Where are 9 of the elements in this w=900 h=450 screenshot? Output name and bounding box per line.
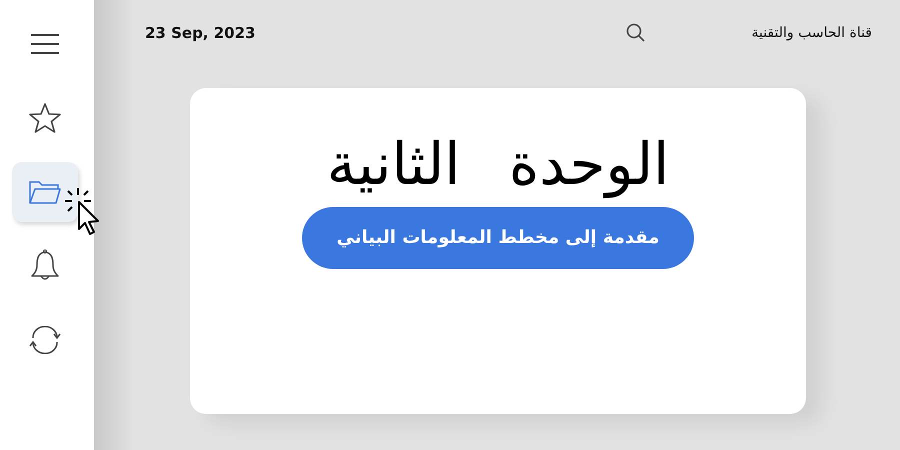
channel-name: قناة الحاسب والتقنية bbox=[751, 24, 872, 42]
folder-icon bbox=[28, 179, 62, 205]
date-label: 23 Sep, 2023 bbox=[145, 22, 256, 44]
lesson-button[interactable]: مقدمة إلى مخطط المعلومات البياني bbox=[302, 206, 694, 268]
menu-icon bbox=[30, 32, 60, 56]
refresh-icon bbox=[28, 326, 62, 354]
search-icon[interactable] bbox=[625, 22, 648, 44]
unit-title: الوحدة الثانية bbox=[326, 129, 670, 200]
star-icon bbox=[28, 102, 62, 134]
